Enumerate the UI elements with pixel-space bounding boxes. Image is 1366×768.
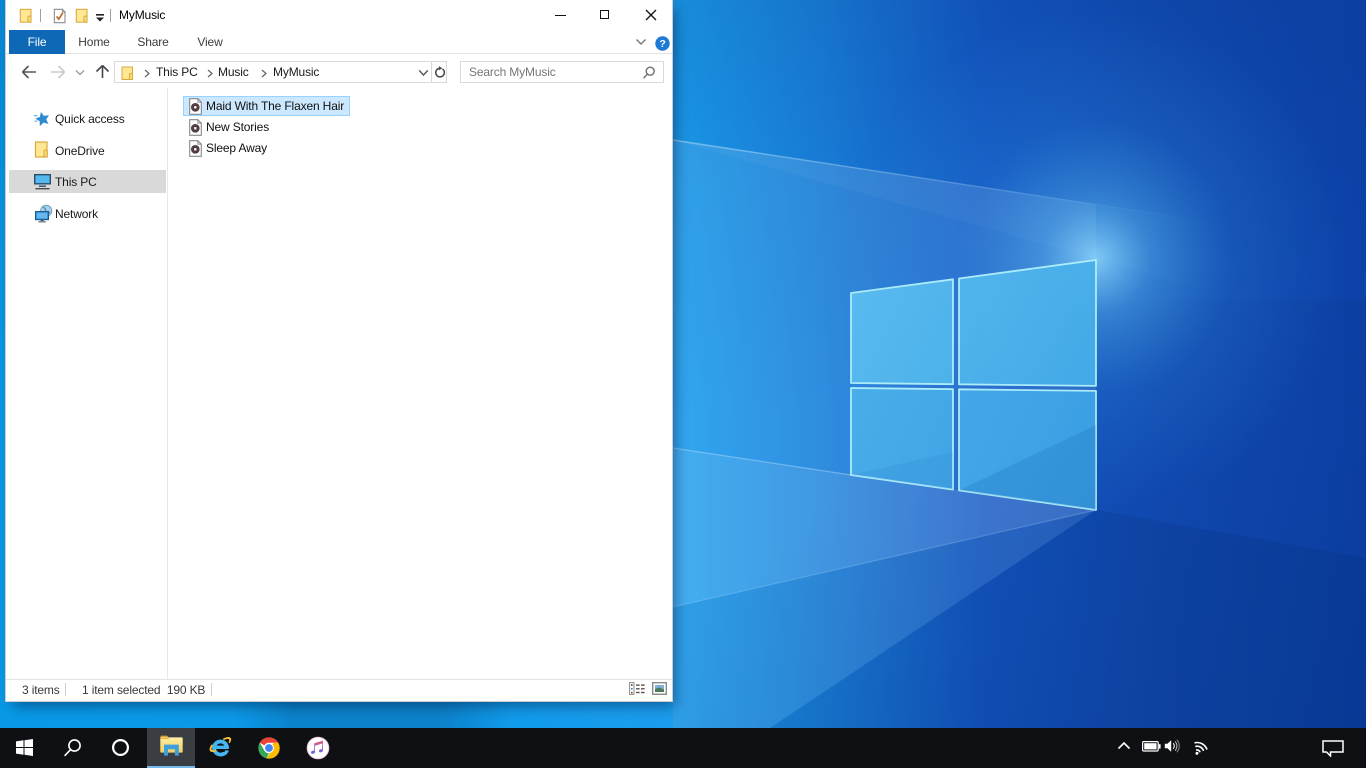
svg-text:?: ?: [659, 38, 665, 50]
